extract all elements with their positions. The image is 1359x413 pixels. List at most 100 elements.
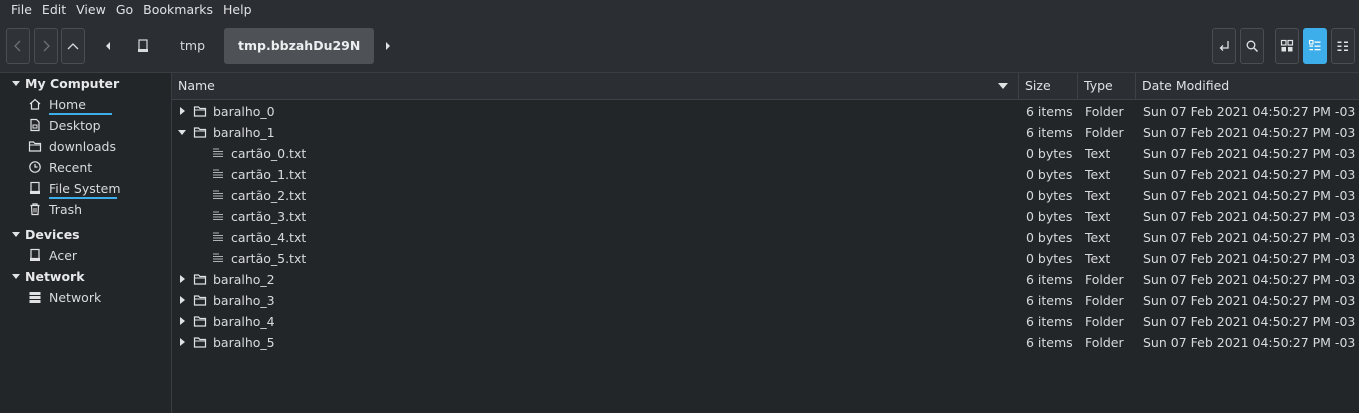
folder-icon (193, 106, 207, 117)
sidebar-section-title: Devices (25, 226, 80, 242)
expand-right-icon[interactable] (177, 274, 187, 284)
expand-right-icon[interactable] (177, 295, 187, 305)
file-name: baralho_1 (213, 125, 275, 140)
menu-help[interactable]: Help (218, 0, 257, 20)
breadcrumb-current[interactable]: tmp.bbzahDu29N (224, 28, 375, 64)
expand-right-icon[interactable] (177, 337, 187, 347)
sidebar-section-devices[interactable]: Devices (0, 224, 80, 244)
file-date-modified: Sun 07 Feb 2021 04:50:27 PM -03 (1143, 230, 1356, 245)
text-file-icon (213, 148, 223, 157)
sidebar-item-file-system[interactable]: File System (28, 178, 121, 199)
folder-icon (28, 139, 42, 153)
file-date-modified: Sun 07 Feb 2021 04:50:27 PM -03 (1143, 188, 1356, 203)
forward-button[interactable] (34, 28, 58, 64)
table-row[interactable]: cartão_1.txt 0 bytes Text Sun 07 Feb 202… (172, 164, 1359, 185)
expand-right-icon[interactable] (177, 316, 187, 326)
sidebar-item-label: Network (49, 289, 102, 305)
menu-file[interactable]: File (6, 0, 37, 20)
sidebar-section-title: Network (25, 268, 85, 284)
drive-icon (138, 39, 148, 52)
sidebar-item-desktop[interactable]: Desktop (28, 115, 101, 135)
folder-icon (193, 337, 207, 348)
back-button[interactable] (6, 28, 30, 64)
file-type: Text (1085, 146, 1111, 161)
menu-edit[interactable]: Edit (37, 0, 71, 20)
sidebar-item-label: Acer (49, 247, 78, 263)
column-header-size[interactable]: Size (1019, 73, 1078, 99)
sidebar-item-home[interactable]: Home (28, 94, 112, 115)
file-size: 0 bytes (1026, 188, 1073, 203)
sidebar-section-network[interactable]: Network (0, 266, 85, 286)
expand-right-icon[interactable] (177, 106, 187, 116)
icon-view-button[interactable] (1275, 28, 1299, 64)
file-date-modified: Sun 07 Feb 2021 04:50:27 PM -03 (1143, 167, 1356, 182)
folder-icon (193, 295, 207, 306)
table-row[interactable]: baralho_0 6 items Folder Sun 07 Feb 2021… (172, 101, 1359, 122)
table-row[interactable]: cartão_0.txt 0 bytes Text Sun 07 Feb 202… (172, 143, 1359, 164)
device-root-button[interactable] (131, 28, 155, 64)
search-button[interactable] (1240, 28, 1264, 64)
file-type: Text (1085, 188, 1111, 203)
compact-list-icon (1337, 41, 1348, 51)
trash-icon (28, 202, 42, 216)
search-icon (1246, 40, 1259, 53)
sidebar-item-trash[interactable]: Trash (28, 199, 82, 219)
menu-go[interactable]: Go (111, 0, 138, 20)
sort-descending-icon (998, 83, 1008, 89)
column-header-row: Name Size Type Date Modified (172, 73, 1359, 100)
table-row[interactable]: cartão_2.txt 0 bytes Text Sun 07 Feb 202… (172, 185, 1359, 206)
file-name: cartão_4.txt (231, 230, 307, 245)
sidebar-item-recent[interactable]: Recent (28, 157, 92, 177)
file-name: baralho_3 (213, 293, 275, 308)
file-date-modified: Sun 07 Feb 2021 04:50:27 PM -03 (1143, 293, 1356, 308)
file-date-modified: Sun 07 Feb 2021 04:50:27 PM -03 (1143, 125, 1356, 140)
expand-down-icon[interactable] (177, 127, 187, 137)
file-size: 0 bytes (1026, 209, 1073, 224)
column-header-type[interactable]: Type (1078, 73, 1136, 99)
table-row[interactable]: baralho_4 6 items Folder Sun 07 Feb 2021… (172, 311, 1359, 332)
sidebar-item-network[interactable]: Network (28, 287, 101, 307)
sidebar-item-acer[interactable]: Acer (28, 245, 77, 265)
menu-view[interactable]: View (71, 0, 111, 20)
table-row[interactable]: baralho_2 6 items Folder Sun 07 Feb 2021… (172, 269, 1359, 290)
file-type: Folder (1085, 293, 1124, 308)
detail-list-icon (1308, 39, 1321, 51)
up-button[interactable] (61, 28, 85, 64)
sidebar-item-downloads[interactable]: downloads (28, 136, 116, 156)
file-type: Folder (1085, 314, 1124, 329)
file-date-modified: Sun 07 Feb 2021 04:50:27 PM -03 (1143, 314, 1356, 329)
sidebar-item-label: File System (49, 181, 121, 199)
file-size: 0 bytes (1026, 230, 1073, 245)
breadcrumb-scroll-left[interactable] (96, 28, 120, 64)
file-size: 6 items (1026, 125, 1073, 140)
home-icon (28, 97, 42, 111)
compact-view-button[interactable] (1331, 28, 1355, 64)
table-row[interactable]: baralho_1 6 items Folder Sun 07 Feb 2021… (172, 122, 1359, 143)
file-size: 0 bytes (1026, 167, 1073, 182)
column-header-date-modified[interactable]: Date Modified (1136, 73, 1359, 99)
file-name: baralho_2 (213, 272, 275, 287)
breadcrumb-tmp[interactable]: tmp (166, 28, 219, 64)
table-row[interactable]: baralho_5 6 items Folder Sun 07 Feb 2021… (172, 332, 1359, 353)
list-view-button[interactable] (1303, 28, 1327, 64)
file-name: cartão_2.txt (231, 188, 307, 203)
table-row[interactable]: baralho_3 6 items Folder Sun 07 Feb 2021… (172, 290, 1359, 311)
file-size: 6 items (1026, 335, 1073, 350)
table-row[interactable]: cartão_5.txt 0 bytes Text Sun 07 Feb 202… (172, 248, 1359, 269)
sidebar-section-my-computer[interactable]: My Computer (0, 73, 119, 93)
drive-icon (28, 181, 42, 195)
file-size: 6 items (1026, 314, 1073, 329)
breadcrumb-scroll-right[interactable] (376, 28, 400, 64)
file-date-modified: Sun 07 Feb 2021 04:50:27 PM -03 (1143, 251, 1356, 266)
file-date-modified: Sun 07 Feb 2021 04:50:27 PM -03 (1143, 146, 1356, 161)
file-date-modified: Sun 07 Feb 2021 04:50:27 PM -03 (1143, 335, 1356, 350)
table-row[interactable]: cartão_3.txt 0 bytes Text Sun 07 Feb 202… (172, 206, 1359, 227)
column-header-name[interactable]: Name (172, 73, 1019, 99)
file-size: 0 bytes (1026, 146, 1073, 161)
table-row[interactable]: cartão_4.txt 0 bytes Text Sun 07 Feb 202… (172, 227, 1359, 248)
menu-bookmarks[interactable]: Bookmarks (138, 0, 218, 20)
file-type: Folder (1085, 272, 1124, 287)
toggle-location-entry-button[interactable] (1212, 28, 1236, 64)
text-file-icon (213, 253, 223, 262)
file-size: 6 items (1026, 104, 1073, 119)
